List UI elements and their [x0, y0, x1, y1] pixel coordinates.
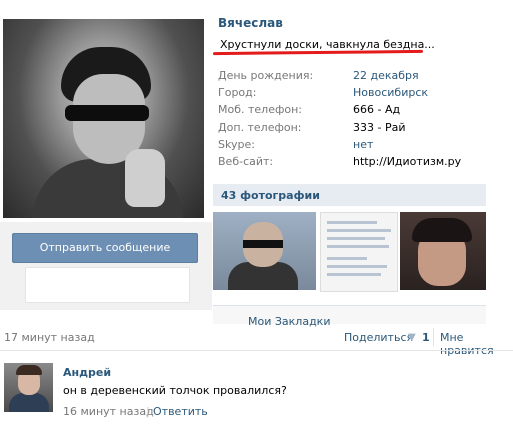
megaphone-icon[interactable]: ▼ — [408, 332, 420, 343]
share-count: 1 — [422, 331, 430, 344]
share-link[interactable]: Поделиться — [344, 331, 413, 344]
field-label-mobile: Моб. телефон: — [218, 103, 303, 116]
comment-time[interactable]: 16 минут назад — [63, 405, 154, 418]
comment-avatar[interactable] — [4, 363, 53, 412]
like-link[interactable]: Мне нравится — [440, 331, 513, 357]
field-value-skype[interactable]: нет — [353, 138, 373, 151]
field-label-extra-phone: Доп. телефон: — [218, 121, 302, 134]
field-value-extra-phone: 333 - Рай — [353, 121, 406, 134]
field-label-city: Город: — [218, 86, 257, 99]
divider — [433, 328, 434, 346]
photo-thumbnail[interactable] — [213, 212, 316, 290]
field-value-mobile: 666 - Ад — [353, 103, 401, 116]
field-value-website: http://Идиотизм.ру — [353, 155, 462, 168]
photos-title[interactable]: 43 фотографии — [221, 189, 320, 202]
field-label-birthday: День рождения: — [218, 69, 314, 82]
bookmarks-section[interactable]: Мои Закладки — [213, 305, 486, 328]
field-value-city[interactable]: Новосибирск — [353, 86, 428, 99]
profile-photo[interactable] — [3, 19, 204, 218]
comment-text: он в деревенский толчок провалился? — [63, 384, 287, 397]
comment-author[interactable]: Андрей — [63, 366, 111, 379]
blank-panel — [25, 267, 190, 303]
reply-link[interactable]: Ответить — [153, 405, 208, 418]
send-message-button[interactable]: Отправить сообщение — [12, 233, 198, 263]
field-value-birthday[interactable]: 22 декабря — [353, 69, 419, 82]
bookmarks-label[interactable]: Мои Закладки — [248, 315, 330, 328]
field-label-skype: Skype: — [218, 138, 255, 151]
field-label-website: Веб-сайт: — [218, 155, 274, 168]
profile-name[interactable]: Вячеслав — [218, 16, 283, 30]
post-time[interactable]: 17 минут назад — [4, 331, 95, 344]
photo-thumbnail[interactable] — [400, 212, 486, 290]
comment-separator: | — [146, 405, 150, 418]
divider — [0, 350, 513, 351]
photo-thumbnail[interactable] — [320, 212, 398, 292]
profile-status[interactable]: Хрустнули доски, чавкнула бездна... — [220, 38, 435, 51]
